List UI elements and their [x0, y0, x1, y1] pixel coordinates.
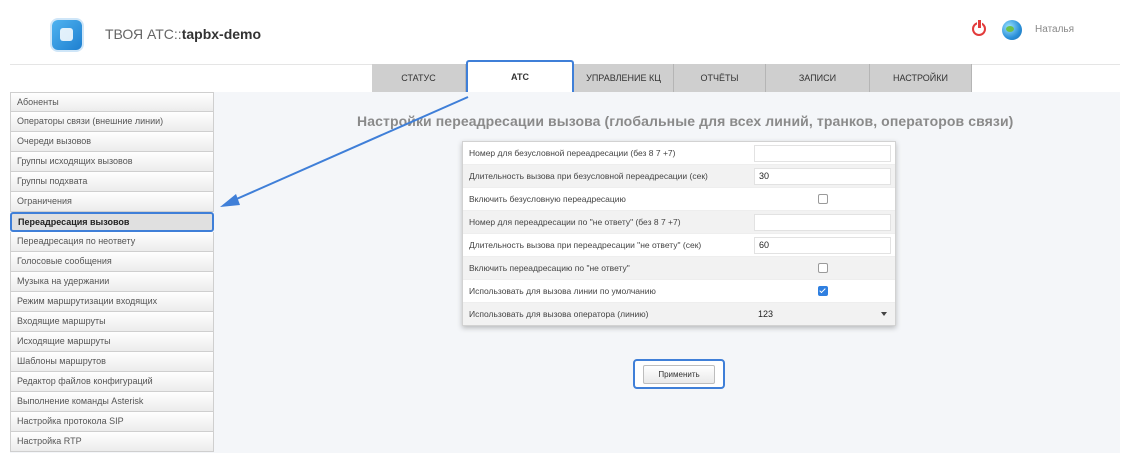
- sidebar-item-config-editor[interactable]: Редактор файлов конфигураций: [10, 372, 214, 392]
- sidebar-item-outgoing-routes[interactable]: Исходящие маршруты: [10, 332, 214, 352]
- apply-button[interactable]: Применить: [633, 359, 725, 389]
- sidebar-item-incoming-routes[interactable]: Входящие маршруты: [10, 312, 214, 332]
- globe-icon[interactable]: [1002, 20, 1022, 40]
- operator-line-label: Использовать для вызова оператора (линию…: [469, 309, 649, 319]
- no-answer-number-input[interactable]: [754, 213, 891, 231]
- sidebar-item-route-templates[interactable]: Шаблоны маршрутов: [10, 352, 214, 372]
- tab-records[interactable]: ЗАПИСИ: [766, 64, 870, 92]
- no-answer-duration-input[interactable]: 60: [754, 236, 891, 254]
- sidebar-item-rtp-settings[interactable]: Настройка RTP: [10, 432, 214, 452]
- operator-line-value: 123: [758, 309, 774, 319]
- user-name[interactable]: Наталья: [1035, 24, 1074, 35]
- sidebar-item-subscribers[interactable]: Абоненты: [10, 92, 214, 112]
- sidebar-item-hold-music[interactable]: Музыка на удержании: [10, 272, 214, 292]
- forwarding-settings-form: Номер для безусловной переадресации (без…: [462, 141, 896, 326]
- form-row: Номер для переадресации по "не ответу" (…: [463, 211, 895, 234]
- unconditional-number-label: Номер для безусловной переадресации (без…: [469, 148, 676, 158]
- tab-ats[interactable]: АТС: [466, 60, 574, 92]
- sidebar-item-pickup-groups[interactable]: Группы подхвата: [10, 172, 214, 192]
- enable-unconditional-cell: [754, 194, 891, 204]
- form-row: Номер для безусловной переадресации (без…: [463, 142, 895, 165]
- tab-call-center[interactable]: УПРАВЛЕНИЕ КЦ: [574, 64, 674, 92]
- sidebar: Абоненты Операторы связи (внешние линии)…: [10, 92, 214, 452]
- main-tabs: СТАТУС АТС УПРАВЛЕНИЕ КЦ ОТЧЁТЫ ЗАПИСИ Н…: [372, 60, 972, 92]
- page-title: Настройки переадресации вызова (глобальн…: [357, 113, 1014, 129]
- app-title-name: tapbx-demo: [181, 26, 262, 42]
- operator-line-select[interactable]: 123: [754, 306, 891, 323]
- no-answer-duration-label: Длительность вызова при переадресации "н…: [469, 240, 702, 250]
- header: ТВОЯ АТС::tapbx-demo Наталья: [10, 6, 1120, 65]
- chevron-down-icon: [881, 312, 887, 316]
- enable-no-answer-cell: [754, 263, 891, 273]
- sidebar-item-voice-messages[interactable]: Голосовые сообщения: [10, 252, 214, 272]
- default-line-cell: [754, 286, 891, 296]
- tab-status[interactable]: СТАТУС: [372, 64, 466, 92]
- app-title: ТВОЯ АТС::tapbx-demo: [105, 26, 261, 42]
- sidebar-item-operators[interactable]: Операторы связи (внешние линии): [10, 112, 214, 132]
- default-line-label: Использовать для вызова линии по умолчан…: [469, 286, 656, 296]
- enable-no-answer-label: Включить переадресацию по "не ответу": [469, 263, 630, 273]
- form-row: Использовать для вызова оператора (линию…: [463, 303, 895, 325]
- form-row: Длительность вызова при безусловной пере…: [463, 165, 895, 188]
- unconditional-duration-label: Длительность вызова при безусловной пере…: [469, 171, 708, 181]
- enable-unconditional-checkbox[interactable]: [817, 194, 828, 204]
- app-title-prefix: ТВОЯ АТС::: [105, 26, 182, 42]
- sidebar-item-incoming-routing-mode[interactable]: Режим маршрутизации входящих: [10, 292, 214, 312]
- sidebar-item-call-queues[interactable]: Очереди вызовов: [10, 132, 214, 152]
- enable-no-answer-checkbox[interactable]: [817, 263, 828, 273]
- no-answer-number-label: Номер для переадресации по "не ответу" (…: [469, 217, 681, 227]
- tab-settings[interactable]: НАСТРОЙКИ: [870, 64, 972, 92]
- tab-reports[interactable]: ОТЧЁТЫ: [674, 64, 766, 92]
- form-row: Включить безусловную переадресацию: [463, 188, 895, 211]
- default-line-checkbox[interactable]: [817, 286, 828, 296]
- sidebar-item-sip-settings[interactable]: Настройка протокола SIP: [10, 412, 214, 432]
- sidebar-item-outgoing-groups[interactable]: Группы исходящих вызовов: [10, 152, 214, 172]
- sidebar-item-asterisk-command[interactable]: Выполнение команды Asterisk: [10, 392, 214, 412]
- form-row: Длительность вызова при переадресации "н…: [463, 234, 895, 257]
- sidebar-item-call-forwarding[interactable]: Переадресация вызовов: [10, 212, 214, 232]
- power-icon[interactable]: [972, 19, 986, 36]
- enable-unconditional-label: Включить безусловную переадресацию: [469, 194, 626, 204]
- apply-button-label: Применить: [643, 364, 715, 384]
- logo-icon[interactable]: [52, 20, 82, 50]
- unconditional-number-input[interactable]: [754, 144, 891, 162]
- form-row: Использовать для вызова линии по умолчан…: [463, 280, 895, 303]
- unconditional-duration-input[interactable]: 30: [754, 167, 891, 185]
- form-row: Включить переадресацию по "не ответу": [463, 257, 895, 280]
- page: ТВОЯ АТС::tapbx-demo Наталья СТАТУС АТС …: [0, 0, 1131, 453]
- sidebar-item-no-answer-forwarding[interactable]: Переадресация по неответу: [10, 232, 214, 252]
- sidebar-item-restrictions[interactable]: Ограничения: [10, 192, 214, 212]
